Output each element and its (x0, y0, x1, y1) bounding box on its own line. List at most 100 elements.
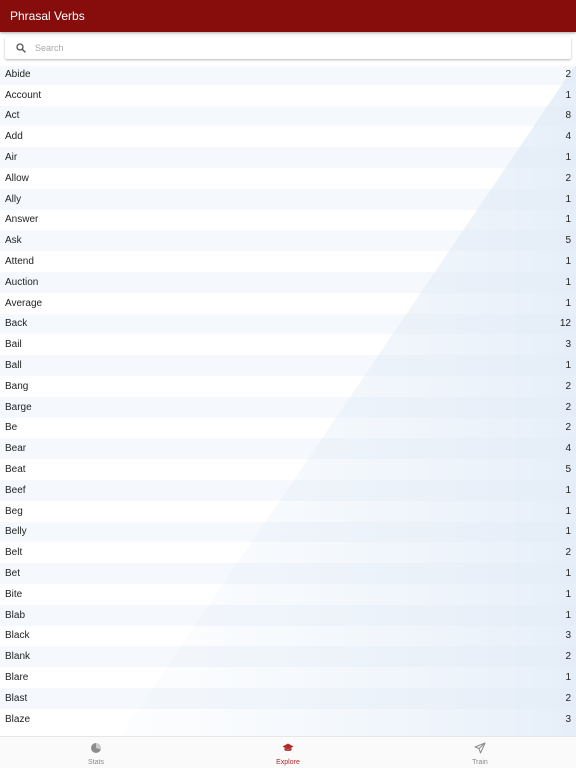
verb-label: Beef (5, 484, 26, 496)
list-item[interactable]: Air 1 (0, 147, 576, 168)
list-item[interactable]: Act 8 (0, 105, 576, 127)
verb-count: 1 (565, 609, 571, 621)
verb-count: 2 (565, 547, 571, 559)
verb-label: Blare (5, 672, 29, 683)
verb-label: Barge (5, 401, 32, 413)
verb-label: Black (5, 630, 30, 642)
verb-count: 3 (565, 630, 571, 642)
tab-stats[interactable]: Stats (0, 737, 192, 768)
paper-plane-icon (474, 741, 486, 754)
verb-label: Account (5, 89, 42, 101)
list-item[interactable]: Bite 1 (0, 584, 576, 605)
tab-explore[interactable]: Explore (192, 737, 384, 768)
verb-count: 1 (565, 588, 571, 600)
verb-count: 8 (565, 110, 571, 122)
verb-count: 2 (565, 380, 571, 392)
verb-label: Blab (5, 609, 26, 621)
verb-label: Ask (5, 235, 22, 247)
verb-count: 5 (565, 464, 571, 476)
list-item[interactable]: Blank 2 (0, 646, 576, 668)
list-item[interactable]: Belt 2 (0, 542, 576, 563)
verb-count: 1 (565, 193, 571, 205)
list-item[interactable]: Bet 1 (0, 563, 576, 584)
verb-label: Bite (5, 588, 23, 600)
list-item[interactable]: Beef 1 (0, 479, 576, 501)
verb-count: 1 (565, 505, 571, 517)
verb-label: Average (5, 297, 43, 309)
list-item[interactable]: Blare 1 (0, 667, 576, 688)
list-item[interactable]: Bail 3 (0, 334, 576, 355)
verb-count: 3 (565, 713, 571, 725)
verb-count: 2 (565, 692, 571, 704)
verb-count: 5 (565, 235, 571, 247)
verb-count: 2 (565, 422, 571, 434)
list-item[interactable]: Ball 1 (0, 355, 576, 376)
verb-label: Back (5, 318, 28, 330)
list-item[interactable]: Beat 5 (0, 459, 576, 480)
list-item[interactable]: Back 12 (0, 313, 576, 335)
verb-count: 1 (565, 672, 571, 683)
search-icon (16, 43, 26, 53)
verb-label: Blast (5, 692, 28, 704)
verb-label: Ally (5, 193, 22, 205)
verb-count: 12 (559, 318, 571, 330)
search-bar (0, 32, 576, 66)
verb-list[interactable]: Abide 2 Account 1 Act 8 Add 4 Air 1 Allow 2 Ally 1 Ans… (0, 64, 576, 736)
verb-label: Allow (5, 172, 29, 184)
verb-count: 1 (565, 484, 571, 496)
list-item[interactable]: Add 4 (0, 126, 576, 147)
list-item[interactable]: Bang 2 (0, 376, 576, 397)
list-item[interactable]: Account 1 (0, 85, 576, 106)
list-item[interactable]: Allow 2 (0, 168, 576, 189)
verb-count: 1 (565, 152, 571, 164)
list-item[interactable]: Ask 5 (0, 230, 576, 252)
list-item[interactable]: Blaze 3 (0, 709, 576, 730)
verb-label: Bang (5, 380, 29, 392)
list-item[interactable]: Black 3 (0, 626, 576, 647)
graduation-cap-icon (282, 741, 294, 753)
verb-count: 1 (565, 276, 571, 288)
list-item[interactable]: Ally 1 (0, 188, 576, 210)
list-item[interactable]: Blast 2 (0, 687, 576, 709)
verb-count: 1 (565, 360, 571, 372)
verb-label: Belt (5, 547, 23, 559)
list-item[interactable]: Barge 2 (0, 396, 576, 418)
verb-count: 1 (565, 568, 571, 580)
verb-label: Attend (5, 256, 34, 268)
tab-train[interactable]: Train (384, 737, 576, 768)
verb-count: 4 (565, 131, 571, 143)
tab-label: Train (472, 759, 488, 766)
verb-count: 1 (565, 89, 571, 101)
verb-label: Abide (5, 68, 31, 80)
verb-label: Beat (5, 464, 26, 476)
list-item[interactable]: Blab 1 (0, 604, 576, 626)
list-item[interactable]: Beg 1 (0, 501, 576, 522)
verb-count: 2 (565, 68, 571, 80)
search-input[interactable] (35, 38, 555, 58)
list-item[interactable]: Attend 1 (0, 251, 576, 272)
verb-label: Bet (5, 568, 21, 580)
search-box[interactable] (5, 37, 571, 59)
list-item[interactable]: Bear 4 (0, 438, 576, 460)
verb-count: 1 (565, 214, 571, 226)
verb-count: 1 (565, 256, 571, 268)
list-item[interactable]: Auction 1 (0, 271, 576, 293)
bottom-tab-bar: Stats Explore Train (0, 736, 576, 768)
list-item[interactable]: Abide 2 (0, 64, 576, 85)
verb-label: Act (5, 110, 20, 122)
app-header: Phrasal Verbs (0, 0, 576, 32)
verb-label: Belly (5, 526, 27, 538)
list-item[interactable]: Belly 1 (0, 521, 576, 543)
list-item[interactable]: Be 2 (0, 418, 576, 439)
verb-label: Bear (5, 443, 27, 455)
tab-label: Explore (276, 759, 300, 766)
verb-label: Bail (5, 339, 22, 351)
list-item[interactable]: Answer 1 (0, 210, 576, 231)
list-item[interactable]: Average 1 (0, 293, 576, 314)
pie-chart-icon (90, 741, 102, 753)
verb-label: Answer (5, 214, 39, 226)
verb-count: 2 (565, 401, 571, 413)
verb-label: Air (5, 152, 18, 164)
verb-label: Be (5, 422, 18, 434)
verb-count: 1 (565, 526, 571, 538)
